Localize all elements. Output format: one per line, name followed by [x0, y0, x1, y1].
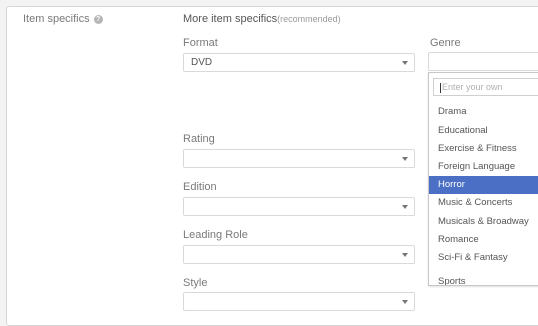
chevron-down-icon — [402, 300, 408, 304]
recommended-note: (recommended) — [277, 14, 341, 24]
genre-option[interactable]: Educational — [429, 122, 538, 140]
item-specifics-label: Item specifics ? — [23, 13, 103, 25]
more-item-specifics-title: More item specifics — [183, 13, 278, 25]
genre-custom-entry-input[interactable]: Enter your own — [433, 78, 538, 96]
genre-combobox[interactable] — [428, 52, 538, 71]
genre-option[interactable]: Exercise & Fitness — [429, 140, 538, 158]
more-item-specifics-heading: More item specifics(recommended) — [183, 13, 341, 25]
genre-option[interactable]: Musicals & Broadway — [429, 213, 538, 231]
chevron-down-icon — [402, 61, 408, 65]
genre-option-selected[interactable]: Horror — [429, 176, 538, 194]
edition-label: Edition — [183, 181, 217, 193]
format-select[interactable]: DVD — [183, 53, 415, 72]
format-label: Format — [183, 37, 218, 49]
genre-option[interactable]: Sci-Fi & Fantasy — [429, 249, 538, 267]
genre-option[interactable]: Romance — [429, 231, 538, 249]
genre-option[interactable]: Foreign Language — [429, 158, 538, 176]
leading-role-select[interactable] — [183, 245, 415, 264]
rating-select[interactable] — [183, 149, 415, 168]
chevron-down-icon — [402, 253, 408, 257]
chevron-down-icon — [402, 205, 408, 209]
text-cursor — [440, 82, 441, 93]
edition-select[interactable] — [183, 197, 415, 216]
genre-option[interactable]: Drama — [429, 103, 538, 121]
item-specifics-title: Item specifics — [23, 13, 90, 25]
genre-option[interactable]: Sports — [429, 273, 538, 285]
chevron-down-icon — [402, 157, 408, 161]
genre-option[interactable]: Music & Concerts — [429, 194, 538, 212]
genre-entry-placeholder: Enter your own — [442, 82, 503, 92]
style-label: Style — [183, 277, 208, 289]
genre-label: Genre — [430, 37, 461, 49]
rating-label: Rating — [183, 133, 215, 145]
leading-role-label: Leading Role — [183, 229, 248, 241]
format-value: DVD — [191, 57, 213, 68]
style-select[interactable] — [183, 292, 415, 311]
genre-dropdown: Enter your own Drama Educational Exercis… — [428, 72, 538, 286]
help-circle-icon[interactable]: ? — [93, 14, 103, 24]
